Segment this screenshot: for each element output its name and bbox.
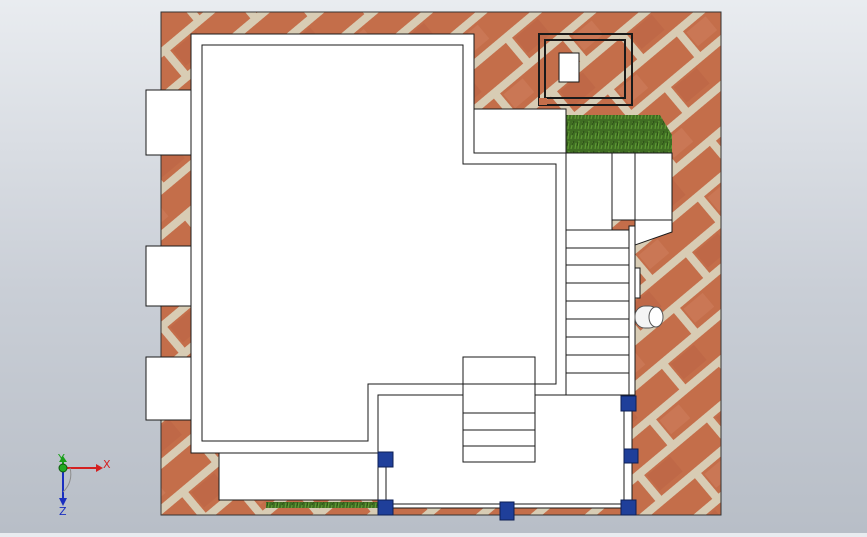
annex-block[interactable]	[473, 108, 567, 154]
right-staircase[interactable]	[565, 225, 636, 396]
lower-left-block[interactable]	[218, 452, 379, 501]
column[interactable]	[623, 448, 639, 464]
left-bay-3[interactable]	[145, 356, 192, 421]
column[interactable]	[499, 501, 515, 521]
3d-viewport[interactable]: X Y Z	[0, 0, 867, 533]
interior-staircase[interactable]	[462, 356, 536, 463]
column[interactable]	[620, 395, 637, 412]
column[interactable]	[377, 499, 394, 516]
triad-origin	[58, 463, 68, 473]
axis-triad: X Y Z	[57, 452, 111, 518]
left-bay-2[interactable]	[145, 245, 192, 307]
wall-fixture[interactable]	[634, 267, 641, 299]
x-axis-arrow	[96, 464, 103, 472]
y-axis-label: Y	[57, 452, 65, 465]
grass-patch-top[interactable]	[566, 115, 672, 153]
column[interactable]	[377, 451, 394, 468]
left-bay-1[interactable]	[145, 89, 192, 156]
x-axis-label: X	[103, 458, 111, 471]
grass-patch-bottom[interactable]	[266, 502, 378, 508]
z-axis-label: Z	[59, 505, 67, 518]
pipe-outlet[interactable]	[634, 305, 664, 329]
column[interactable]	[620, 499, 637, 516]
